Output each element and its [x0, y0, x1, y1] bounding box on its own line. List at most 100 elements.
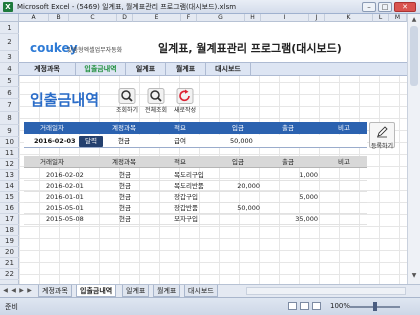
new-entry-button[interactable]: 새로작성 [172, 88, 198, 116]
row-header[interactable]: 19 [0, 236, 19, 247]
register-label: 등록하기 [370, 143, 394, 150]
row-header[interactable]: 16 [0, 203, 19, 214]
register-button[interactable]: 등록하기 [369, 122, 395, 150]
column-header[interactable]: A [19, 14, 49, 22]
nav-item-transactions[interactable]: 입출금내역 [76, 63, 126, 76]
list-col-account: 계정과목 [112, 158, 136, 166]
table-row[interactable]: 2016-01-01 현금 장갑구입 5,000 [24, 192, 367, 203]
row-account: 현금 [119, 193, 131, 201]
row-header[interactable]: 12 [0, 159, 19, 170]
page-break-icon[interactable] [312, 302, 321, 310]
sheet-tab-daily[interactable]: 일계표 [122, 285, 150, 297]
row-header[interactable]: 8 [0, 112, 19, 125]
search-icon [118, 88, 136, 104]
row-header[interactable]: 21 [0, 258, 19, 269]
row-account: 현금 [119, 204, 131, 212]
date-input[interactable]: 2016-02-03 [34, 135, 76, 148]
column-header[interactable]: L [373, 14, 389, 22]
row-memo: 장갑구입 [174, 193, 198, 201]
column-header[interactable]: G [197, 14, 245, 22]
table-row[interactable]: 2016-02-01 현금 목도리반품 20,000 [24, 181, 367, 192]
row-date: 2015-05-01 [46, 204, 84, 212]
column-header[interactable]: F [181, 14, 197, 22]
row-header[interactable]: 11 [0, 148, 19, 159]
select-all-corner[interactable] [0, 14, 19, 22]
deposit-input[interactable]: 50,000 [230, 135, 253, 148]
status-text: 준비 [5, 303, 18, 311]
row-header[interactable]: 13 [0, 170, 19, 181]
scroll-up-icon[interactable]: ▲ [410, 16, 418, 24]
row-header[interactable]: 18 [0, 225, 19, 236]
new-entry-label: 새로작성 [173, 107, 197, 114]
row-header[interactable]: 14 [0, 181, 19, 192]
search-button[interactable]: 조회하기 [114, 88, 140, 116]
row-header[interactable]: 4 [0, 63, 19, 75]
sheet-tab-monthly[interactable]: 월계표 [153, 285, 181, 297]
prev-sheet-icon[interactable]: ◀ [10, 287, 17, 295]
column-header[interactable]: E [133, 14, 181, 22]
row-header[interactable]: 20 [0, 247, 19, 258]
horizontal-scrollbar[interactable] [246, 287, 406, 295]
row-header[interactable]: 2 [0, 34, 19, 51]
status-bar: 준비 100% [0, 297, 420, 315]
sheet-tab-transactions[interactable]: 입출금내역 [76, 285, 117, 297]
nav-item-daily[interactable]: 일계표 [126, 63, 166, 76]
row-memo: 목도리반품 [174, 182, 204, 190]
page-title: 일계표, 월계표관리 프로그램(대시보드) [158, 42, 342, 55]
search-all-label: 전체조회 [144, 107, 168, 114]
column-header[interactable]: D [117, 14, 133, 22]
list-col-date: 거래일자 [40, 158, 64, 166]
row-header[interactable]: 10 [0, 137, 19, 148]
nav-item-monthly[interactable]: 월계표 [166, 63, 206, 76]
vertical-scrollbar[interactable]: ▲ ▼ [407, 14, 420, 284]
column-header[interactable]: J [309, 14, 325, 22]
row-header[interactable]: 9 [0, 125, 19, 137]
memo-input[interactable]: 급여 [174, 135, 186, 148]
row-header[interactable]: 1 [0, 22, 19, 34]
close-button[interactable]: ✕ [394, 2, 416, 12]
first-sheet-icon[interactable]: ◀ [2, 287, 9, 295]
excel-icon: X [3, 2, 13, 12]
col-note: 비고 [338, 124, 350, 132]
list-col-memo: 적요 [174, 158, 186, 166]
page-layout-icon[interactable] [300, 302, 309, 310]
nav-item-dashboard[interactable]: 대시보드 [206, 63, 251, 76]
zoom-knob[interactable] [373, 302, 377, 311]
sheet-tab-accounts[interactable]: 계정과목 [38, 285, 72, 297]
minimize-button[interactable]: – [362, 2, 376, 12]
row-header[interactable]: 15 [0, 192, 19, 203]
column-header[interactable]: H [245, 14, 261, 22]
maximize-button[interactable]: □ [378, 2, 392, 12]
table-row[interactable]: 2015-05-08 현금 모자구입 35,000 [24, 214, 367, 225]
column-header[interactable]: I [261, 14, 309, 22]
sheet-tab-bar: ◀ ◀ ▶ ▶ 계정과목 입출금내역 일계표 월계표 대시보드 [0, 284, 420, 297]
normal-view-icon[interactable] [288, 302, 297, 310]
col-account: 계정과목 [112, 124, 136, 132]
column-header[interactable]: C [69, 14, 117, 22]
column-header[interactable]: M [389, 14, 407, 22]
row-account: 현금 [119, 171, 131, 179]
row-header[interactable]: 17 [0, 214, 19, 225]
column-header[interactable]: K [325, 14, 373, 22]
row-date: 2016-01-01 [46, 193, 84, 201]
nav-item-accounts[interactable]: 계정과목 [19, 63, 76, 76]
last-sheet-icon[interactable]: ▶ [26, 287, 33, 295]
scroll-thumb[interactable] [410, 26, 418, 86]
scroll-down-icon[interactable]: ▼ [410, 272, 418, 280]
table-row[interactable]: 2016-02-02 현금 목도리구입 1,000 [24, 170, 367, 181]
table-row[interactable]: 2015-05-01 현금 장갑반품 50,000 [24, 203, 367, 214]
row-header[interactable]: 7 [0, 99, 19, 112]
next-sheet-icon[interactable]: ▶ [18, 287, 25, 295]
search-label: 조회하기 [115, 107, 139, 114]
calendar-button[interactable]: 달력 [79, 136, 103, 147]
row-header[interactable]: 22 [0, 269, 19, 280]
sheet-tab-dashboard[interactable]: 대시보드 [184, 285, 218, 297]
refresh-icon [176, 88, 194, 104]
account-input[interactable]: 현금 [118, 135, 130, 148]
row-memo: 목도리구입 [174, 171, 204, 179]
row-header[interactable]: 5 [0, 75, 19, 87]
column-header[interactable]: B [49, 14, 69, 22]
row-header[interactable]: 6 [0, 87, 19, 99]
row-header[interactable]: 3 [0, 51, 19, 63]
search-all-button[interactable]: 전체조회 [143, 88, 169, 116]
